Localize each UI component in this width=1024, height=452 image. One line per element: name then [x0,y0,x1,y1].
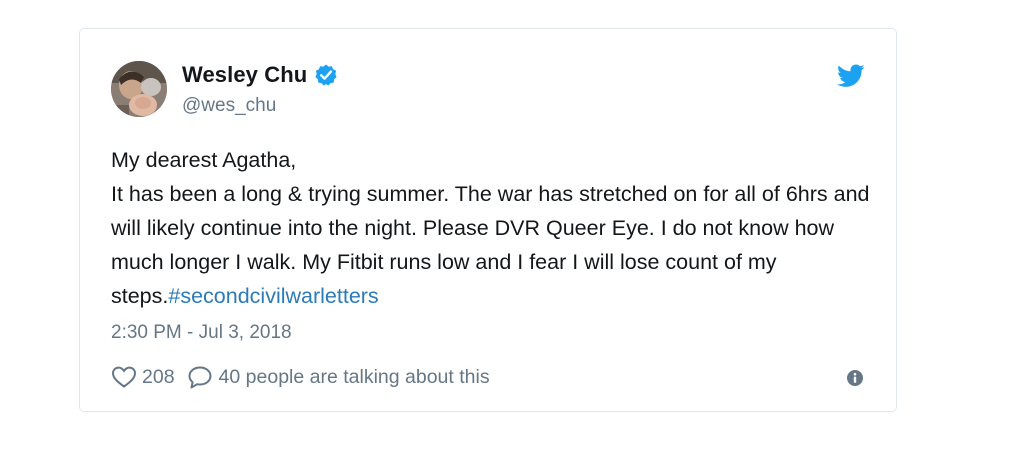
tweet-timestamp[interactable]: 2:30 PM - Jul 3, 2018 [111,322,292,344]
info-icon[interactable] [846,369,864,387]
tweet-actions: 208 40 people are talking about this [111,365,490,389]
hashtag-link[interactable]: #secondcivilwarletters [168,284,378,308]
tweet-card[interactable]: Wesley Chu @wes_chu My dearest Agatha, I… [79,28,897,412]
verified-badge-icon [314,63,338,87]
tweet-text: My dearest Agatha, It has been a long & … [111,143,881,313]
speech-bubble-icon [187,365,213,389]
like-button[interactable]: 208 [111,365,175,389]
heart-icon [111,365,137,389]
talking-count-text: 40 people are talking about this [218,365,490,388]
author-name[interactable]: Wesley Chu [182,62,307,88]
like-count: 208 [142,365,175,388]
reply-button[interactable]: 40 people are talking about this [187,365,490,389]
avatar[interactable] [111,61,167,117]
twitter-bird-icon[interactable] [837,64,865,88]
avatar-photo [111,61,167,117]
author-handle[interactable]: @wes_chu [182,95,276,117]
